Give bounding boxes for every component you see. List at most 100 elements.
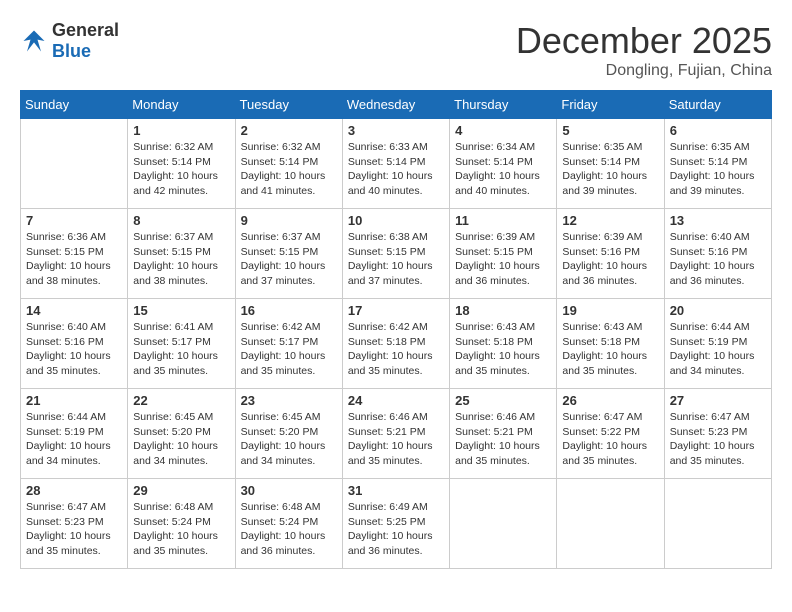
calendar-cell: 28 Sunrise: 6:47 AMSunset: 5:23 PMDayligh… [21,479,128,569]
day-info: Sunrise: 6:49 AMSunset: 5:25 PMDaylight:… [348,500,444,559]
calendar-cell: 11 Sunrise: 6:39 AMSunset: 5:15 PMDayligh… [450,209,557,299]
page-header: General Blue December 2025 Dongling, Fuj… [20,20,772,80]
day-number: 26 [562,393,658,408]
day-number: 1 [133,123,229,138]
day-info: Sunrise: 6:45 AMSunset: 5:20 PMDaylight:… [241,410,337,469]
day-number: 25 [455,393,551,408]
day-number: 2 [241,123,337,138]
day-number: 31 [348,483,444,498]
calendar-cell: 29Sunrise: 6:48 AMSunset: 5:24 PMDayligh… [128,479,235,569]
day-info: Sunrise: 6:40 AMSunset: 5:16 PMDaylight:… [26,320,122,379]
day-number: 4 [455,123,551,138]
day-info: Sunrise: 6:46 AMSunset: 5:21 PMDaylight:… [455,410,551,469]
day-info: Sunrise: 6:46 AMSunset: 5:21 PMDaylight:… [348,410,444,469]
day-number: 18 [455,303,551,318]
calendar-cell: 7 Sunrise: 6:36 AMSunset: 5:15 PMDaylight… [21,209,128,299]
day-info: Sunrise: 6:39 AMSunset: 5:15 PMDaylight:… [455,230,551,289]
day-number: 22 [133,393,229,408]
calendar-day-header: Wednesday [342,91,449,119]
day-info: Sunrise: 6:44 AMSunset: 5:19 PMDaylight:… [26,410,122,469]
calendar-week-row: 21 Sunrise: 6:44 AMSunset: 5:19 PMDayligh… [21,389,772,479]
day-number: 3 [348,123,444,138]
day-number: 5 [562,123,658,138]
calendar-cell: 2 Sunrise: 6:32 AMSunset: 5:14 PMDaylight… [235,119,342,209]
day-info: Sunrise: 6:35 AMSunset: 5:14 PMDaylight:… [562,140,658,199]
calendar-day-header: Friday [557,91,664,119]
logo-bird-icon [20,27,48,55]
day-info: Sunrise: 6:32 AMSunset: 5:14 PMDaylight:… [241,140,337,199]
calendar-cell [664,479,771,569]
day-info: Sunrise: 6:37 AMSunset: 5:15 PMDaylight:… [241,230,337,289]
title-block: December 2025 Dongling, Fujian, China [516,20,772,80]
calendar-week-row: 1 Sunrise: 6:32 AMSunset: 5:14 PMDaylight… [21,119,772,209]
calendar-day-header: Saturday [664,91,771,119]
day-number: 30 [241,483,337,498]
calendar-cell: 30 Sunrise: 6:48 AMSunset: 5:24 PMDayligh… [235,479,342,569]
calendar-cell: 24 Sunrise: 6:46 AMSunset: 5:21 PMDayligh… [342,389,449,479]
calendar-cell: 14 Sunrise: 6:40 AMSunset: 5:16 PMDayligh… [21,299,128,389]
calendar-cell: 9 Sunrise: 6:37 AMSunset: 5:15 PMDaylight… [235,209,342,299]
day-number: 21 [26,393,122,408]
calendar-cell: 31 Sunrise: 6:49 AMSunset: 5:25 PMDayligh… [342,479,449,569]
day-info: Sunrise: 6:36 AMSunset: 5:15 PMDaylight:… [26,230,122,289]
calendar-table: SundayMondayTuesdayWednesdayThursdayFrid… [20,90,772,569]
day-info: Sunrise: 6:47 AMSunset: 5:23 PMDaylight:… [670,410,766,469]
day-info: Sunrise: 6:34 AMSunset: 5:14 PMDaylight:… [455,140,551,199]
calendar-day-header: Monday [128,91,235,119]
day-info: Sunrise: 6:43 AMSunset: 5:18 PMDaylight:… [562,320,658,379]
day-number: 20 [670,303,766,318]
calendar-cell: 3 Sunrise: 6:33 AMSunset: 5:14 PMDaylight… [342,119,449,209]
calendar-header-row: SundayMondayTuesdayWednesdayThursdayFrid… [21,91,772,119]
day-number: 24 [348,393,444,408]
day-number: 29 [133,483,229,498]
calendar-week-row: 7 Sunrise: 6:36 AMSunset: 5:15 PMDaylight… [21,209,772,299]
day-number: 14 [26,303,122,318]
calendar-cell: 6 Sunrise: 6:35 AMSunset: 5:14 PMDaylight… [664,119,771,209]
location-title: Dongling, Fujian, China [516,62,772,80]
day-number: 11 [455,213,551,228]
calendar-cell [21,119,128,209]
calendar-cell: 22 Sunrise: 6:45 AMSunset: 5:20 PMDayligh… [128,389,235,479]
day-number: 17 [348,303,444,318]
day-info: Sunrise: 6:48 AMSunset: 5:24 PMDaylight:… [241,500,337,559]
day-number: 16 [241,303,337,318]
calendar-cell [450,479,557,569]
calendar-cell: 25 Sunrise: 6:46 AMSunset: 5:21 PMDayligh… [450,389,557,479]
logo-blue-text: Blue [52,41,91,61]
calendar-cell: 1Sunrise: 6:32 AMSunset: 5:14 PMDaylight… [128,119,235,209]
calendar-cell [557,479,664,569]
calendar-cell: 23Sunrise: 6:45 AMSunset: 5:20 PMDayligh… [235,389,342,479]
day-info: Sunrise: 6:41 AMSunset: 5:17 PMDaylight:… [133,320,229,379]
month-title: December 2025 [516,20,772,62]
calendar-cell: 19 Sunrise: 6:43 AMSunset: 5:18 PMDayligh… [557,299,664,389]
day-number: 12 [562,213,658,228]
calendar-cell: 12Sunrise: 6:39 AMSunset: 5:16 PMDayligh… [557,209,664,299]
calendar-cell: 16 Sunrise: 6:42 AMSunset: 5:17 PMDayligh… [235,299,342,389]
day-number: 9 [241,213,337,228]
calendar-cell: 17Sunrise: 6:42 AMSunset: 5:18 PMDayligh… [342,299,449,389]
day-info: Sunrise: 6:45 AMSunset: 5:20 PMDaylight:… [133,410,229,469]
calendar-cell: 8Sunrise: 6:37 AMSunset: 5:15 PMDaylight… [128,209,235,299]
day-info: Sunrise: 6:33 AMSunset: 5:14 PMDaylight:… [348,140,444,199]
day-info: Sunrise: 6:38 AMSunset: 5:15 PMDaylight:… [348,230,444,289]
calendar-cell: 10Sunrise: 6:38 AMSunset: 5:15 PMDayligh… [342,209,449,299]
calendar-week-row: 14 Sunrise: 6:40 AMSunset: 5:16 PMDayligh… [21,299,772,389]
calendar-day-header: Thursday [450,91,557,119]
calendar-cell: 27Sunrise: 6:47 AMSunset: 5:23 PMDayligh… [664,389,771,479]
day-info: Sunrise: 6:44 AMSunset: 5:19 PMDaylight:… [670,320,766,379]
day-info: Sunrise: 6:42 AMSunset: 5:17 PMDaylight:… [241,320,337,379]
calendar-cell: 21 Sunrise: 6:44 AMSunset: 5:19 PMDayligh… [21,389,128,479]
day-number: 7 [26,213,122,228]
day-number: 13 [670,213,766,228]
day-number: 19 [562,303,658,318]
day-info: Sunrise: 6:40 AMSunset: 5:16 PMDaylight:… [670,230,766,289]
calendar-cell: 13 Sunrise: 6:40 AMSunset: 5:16 PMDayligh… [664,209,771,299]
calendar-cell: 5 Sunrise: 6:35 AMSunset: 5:14 PMDaylight… [557,119,664,209]
logo: General Blue [20,20,119,62]
day-info: Sunrise: 6:35 AMSunset: 5:14 PMDaylight:… [670,140,766,199]
calendar-cell: 26Sunrise: 6:47 AMSunset: 5:22 PMDayligh… [557,389,664,479]
day-info: Sunrise: 6:47 AMSunset: 5:23 PMDaylight:… [26,500,122,559]
calendar-cell: 20 Sunrise: 6:44 AMSunset: 5:19 PMDayligh… [664,299,771,389]
day-number: 28 [26,483,122,498]
day-number: 6 [670,123,766,138]
